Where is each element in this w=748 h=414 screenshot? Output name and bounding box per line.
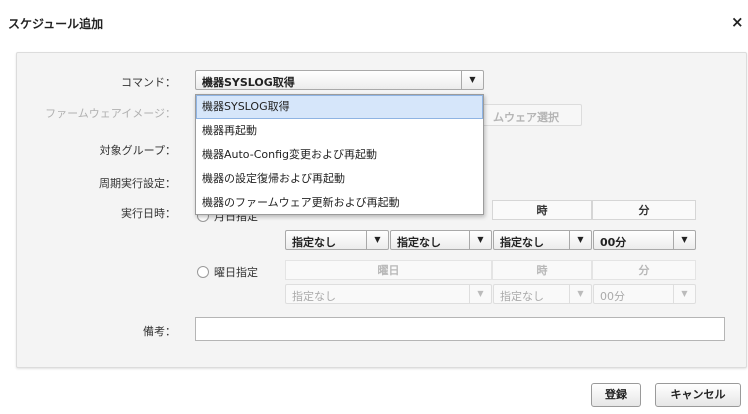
weekday-radio[interactable] (197, 266, 209, 278)
memo-label: 備考： (143, 325, 176, 338)
command-dropdown-list: 機器SYSLOG取得 機器再起動 機器Auto-Config変更および再起動 機… (195, 94, 484, 215)
command-select[interactable]: 機器SYSLOG取得 ▼ (195, 70, 484, 90)
minute-column-header: 分 (592, 200, 696, 220)
register-button[interactable]: 登録 (591, 383, 641, 407)
cancel-button[interactable]: キャンセル (655, 383, 741, 407)
weekday-select-value: 指定なし (292, 290, 336, 303)
weekday-label: 曜日指定 (214, 266, 258, 279)
firmware-select-button[interactable]: ムウェア選択 (478, 104, 582, 126)
chevron-down-icon: ▼ (673, 285, 695, 303)
dropdown-option-firmware[interactable]: 機器のファームウェア更新および再起動 (196, 191, 483, 215)
firmware-image-label: ファームウェアイメージ： (45, 107, 176, 120)
exec-datetime-label: 実行日時： (121, 207, 176, 220)
dropdown-option-reboot[interactable]: 機器再起動 (196, 119, 483, 143)
command-label: コマンド： (121, 76, 176, 89)
minute-column-header-2: 分 (592, 260, 696, 280)
hour-select-value: 指定なし (500, 236, 544, 249)
month-select[interactable]: 指定なし ▼ (285, 230, 389, 250)
day-select[interactable]: 指定なし ▼ (390, 230, 492, 250)
weekday-hour-select-value: 指定なし (500, 290, 544, 303)
weekday-minute-select-value: 00分 (600, 290, 625, 303)
weekday-column-header: 曜日 (285, 260, 492, 280)
periodic-setting-label: 周期実行設定： (99, 177, 176, 190)
month-select-value: 指定なし (292, 236, 336, 249)
hour-column-header: 時 (492, 200, 592, 220)
target-group-label: 対象グループ： (99, 144, 176, 157)
weekday-select[interactable]: 指定なし ▼ (285, 284, 492, 304)
chevron-down-icon: ▼ (461, 71, 483, 89)
command-select-value: 機器SYSLOG取得 (202, 76, 295, 89)
dropdown-option-autoconfig[interactable]: 機器Auto-Config変更および再起動 (196, 143, 483, 167)
minute-select[interactable]: 00分 ▼ (593, 230, 696, 250)
hour-column-header-2: 時 (492, 260, 592, 280)
schedule-add-dialog: スケジュール追加 × コマンド： ファームウェアイメージ： 対象グループ： 周期… (0, 0, 748, 414)
dialog-title: スケジュール追加 (8, 17, 104, 31)
weekday-minute-select[interactable]: 00分 ▼ (593, 284, 696, 304)
chevron-down-icon: ▼ (366, 231, 388, 249)
minute-select-value: 00分 (600, 236, 627, 249)
hour-select[interactable]: 指定なし ▼ (493, 230, 592, 250)
memo-input[interactable] (195, 317, 725, 341)
chevron-down-icon: ▼ (569, 231, 591, 249)
chevron-down-icon: ▼ (469, 231, 491, 249)
chevron-down-icon: ▼ (569, 285, 591, 303)
weekday-hour-select[interactable]: 指定なし ▼ (493, 284, 592, 304)
dropdown-option-restore[interactable]: 機器の設定復帰および再起動 (196, 167, 483, 191)
day-select-value: 指定なし (397, 236, 441, 249)
close-icon[interactable]: × (731, 13, 744, 31)
firmware-select-button-label: ムウェア選択 (493, 111, 559, 124)
dropdown-option-syslog[interactable]: 機器SYSLOG取得 (196, 95, 483, 119)
chevron-down-icon: ▼ (673, 231, 695, 249)
chevron-down-icon: ▼ (469, 285, 491, 303)
